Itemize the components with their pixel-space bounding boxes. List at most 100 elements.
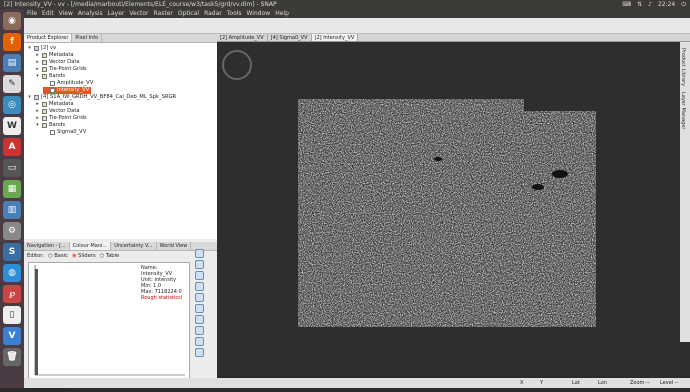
tree-node[interactable]: Intensity_VV (43, 87, 92, 94)
chrome-icon[interactable]: ◎ (3, 96, 21, 114)
menu-tools[interactable]: Tools (227, 9, 242, 18)
expanded-icon[interactable]: ▾ (35, 73, 40, 80)
tree-node[interactable]: ▾ [4] S1A_IW_GRDH_VV_BF84_Cal_Deb_ML_Spk_… (27, 94, 176, 101)
radio-table[interactable]: ○ Table (100, 253, 120, 259)
tree-node[interactable]: ▸ Vector Data (35, 108, 80, 115)
collapsed-icon[interactable]: ▸ (35, 59, 40, 66)
product-library-tab[interactable]: Product Library (680, 48, 686, 86)
collapsed-icon[interactable]: ▸ (35, 52, 40, 59)
expanded-icon[interactable]: ▾ (35, 122, 40, 129)
menu-raster[interactable]: Raster (154, 9, 173, 18)
power-icon[interactable]: ⏻ (681, 0, 686, 9)
menu-file[interactable]: File (27, 9, 37, 18)
tree-node[interactable]: ▸ Metadata (35, 52, 74, 59)
folder-icon (42, 53, 47, 58)
snap-icon[interactable]: S (3, 243, 21, 261)
zoom-in-v-icon[interactable] (195, 304, 204, 313)
calc-icon[interactable]: ▦ (3, 180, 21, 198)
collapsed-icon[interactable]: ▸ (35, 115, 40, 122)
tree-node[interactable]: ▾ Bands (35, 122, 65, 129)
product-icon (34, 46, 39, 51)
menu-optical[interactable]: Optical (178, 9, 199, 18)
stats-name: Name: Intensity_VV (141, 265, 173, 277)
reset-icon[interactable] (195, 249, 204, 258)
tree-node[interactable]: ▸ Vector Data (35, 59, 80, 66)
tree-node[interactable]: ▸ Tie-Point Grids (35, 115, 87, 122)
zoom-out-v-icon[interactable] (195, 315, 204, 324)
network-icon[interactable]: ⇅ (637, 0, 642, 9)
menu-layer[interactable]: Layer (108, 9, 125, 18)
collapsed-icon[interactable]: ▸ (35, 66, 40, 73)
software-center-icon[interactable]: A (3, 138, 21, 156)
tree-node[interactable]: ▾ [2] vv (27, 45, 56, 52)
tab-pixel-info[interactable]: Pixel Info (72, 34, 103, 42)
tab-product-explorer[interactable]: Product Explorer (24, 34, 73, 42)
import-icon[interactable] (195, 260, 204, 269)
sar-image[interactable] (298, 99, 596, 327)
main-toolbar (24, 18, 690, 34)
text-editor-icon[interactable]: ✎ (3, 75, 21, 93)
stats-warning: Rough statistics! (141, 295, 183, 301)
document-icon[interactable]: ▯ (3, 306, 21, 324)
expanded-icon[interactable]: ▾ (27, 94, 32, 101)
menu-view[interactable]: View (59, 9, 73, 18)
globe-icon[interactable]: ◍ (3, 264, 21, 282)
tab-uncertainty[interactable]: Uncertainty V... (111, 242, 157, 250)
keyboard-icon[interactable]: ⌨ (622, 0, 631, 9)
export-icon[interactable] (195, 271, 204, 280)
doc-tab-intensity[interactable]: [2] Intensity_VV (311, 34, 359, 41)
tree-node[interactable]: ▸ Metadata (35, 101, 74, 108)
menu-edit[interactable]: Edit (42, 9, 54, 18)
files-icon[interactable]: ▤ (3, 54, 21, 72)
tree-node[interactable]: ▸ Tie-Point Grids (35, 66, 87, 73)
tree-node-label: [4] S1A_IW_GRDH_VV_BF84_Cal_Deb_ML_Spk_S… (41, 94, 177, 100)
doc-tab-sigma[interactable]: [4] Sigma0_VV (268, 34, 312, 41)
acrobat-icon[interactable]: ℘ (3, 285, 21, 303)
tree-node-label: Intensity_VV (57, 87, 90, 93)
more-icon[interactable] (195, 348, 204, 357)
vscode-icon[interactable]: V (3, 327, 21, 345)
histogram-bar (35, 269, 38, 375)
menu-window[interactable]: Window (247, 9, 271, 18)
impress-icon[interactable]: ▥ (3, 201, 21, 219)
tree-node[interactable]: Amplitude_VV (43, 80, 93, 87)
menu-vector[interactable]: Vector (129, 9, 148, 18)
radio-sliders-label: Sliders (78, 253, 96, 259)
folder-icon (42, 60, 47, 65)
menu-radar[interactable]: Radar (204, 9, 222, 18)
window-titlebar: [2] Intensity_VV - vv - [/media/marbouti… (0, 0, 690, 9)
writer-icon[interactable]: W (3, 117, 21, 135)
expanded-icon[interactable]: ▾ (27, 45, 32, 52)
menu-analysis[interactable]: Analysis (78, 9, 103, 18)
tree-node-label: Bands (49, 122, 66, 128)
tab-colour-manipulation[interactable]: Colour Mani... (69, 242, 112, 250)
tree-node[interactable]: Sigma0_VV (43, 129, 86, 136)
menu-help[interactable]: Help (275, 9, 289, 18)
tab-world-view[interactable]: World View (157, 242, 192, 250)
collapsed-icon[interactable]: ▸ (35, 108, 40, 115)
collapsed-icon[interactable]: ▸ (35, 101, 40, 108)
product-tree: ▾ [2] vv ▸ Metadata ▸ Vector Data ▸ Tie-Point G… (24, 43, 217, 239)
radio-basic[interactable]: ○ Basic (48, 253, 68, 259)
doc-tab-amplitude[interactable]: [2] Amplitude_VV (217, 34, 268, 41)
firefox-icon[interactable]: f (3, 33, 21, 51)
settings-icon[interactable]: ⚙ (3, 222, 21, 240)
histogram-area[interactable]: Name: Intensity_VV Unit: intensity Min: … (28, 262, 190, 384)
dash-icon[interactable]: ◉ (3, 12, 21, 30)
colour-tools (195, 249, 209, 357)
range-icon[interactable] (195, 282, 204, 291)
tree-node[interactable]: ▾ Bands (35, 73, 65, 80)
info-icon[interactable] (195, 337, 204, 346)
layer-manager-tab[interactable]: Layer Manager (680, 92, 686, 129)
volume-icon[interactable]: ♪ (648, 0, 652, 9)
product-icon (34, 95, 39, 100)
zoom-in-h-icon[interactable] (195, 326, 204, 335)
clock[interactable]: 22:24 (658, 0, 675, 9)
tab-navigation[interactable]: Navigation - [... (24, 242, 70, 250)
tree-node-label: Vector Data (49, 59, 80, 65)
terminal-icon[interactable]: ▭ (3, 159, 21, 177)
radio-sliders[interactable]: ◉ Sliders (72, 253, 96, 259)
navigation-control-icon[interactable] (222, 50, 252, 80)
distribute-icon[interactable] (195, 293, 204, 302)
trash-icon[interactable]: 🗑 (3, 348, 21, 366)
